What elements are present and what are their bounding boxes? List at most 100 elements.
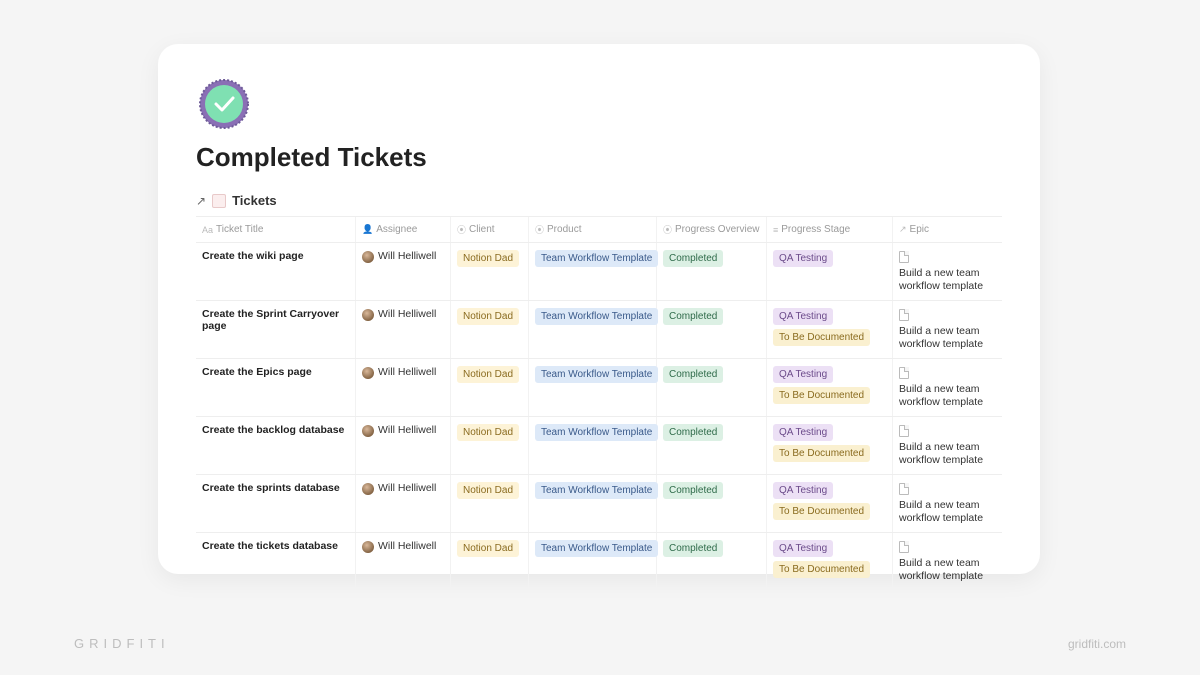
assignee-cell[interactable]: Will Helliwell [356, 475, 451, 532]
ticket-title-cell[interactable]: Create the wiki page [196, 243, 356, 300]
progress-tag: Completed [663, 250, 723, 267]
table-row[interactable]: Create the tickets database Will Helliwel… [196, 532, 1002, 590]
stage-tag: To Be Documented [773, 503, 870, 520]
epic-link-text: Build a new team workflow template [899, 383, 997, 409]
stage-cell[interactable]: QA Testing To Be Documented [767, 417, 893, 474]
stage-tag: QA Testing [773, 424, 833, 441]
progress-cell[interactable]: Completed [657, 243, 767, 300]
epic-link-text: Build a new team workflow template [899, 499, 997, 525]
col-stage[interactable]: ≡ Progress Stage [767, 217, 893, 242]
table-row[interactable]: Create the sprints databaseWill Helliwel… [196, 474, 1002, 532]
product-cell[interactable]: Team Workflow Template [529, 475, 657, 532]
stage-tag: QA Testing [773, 250, 833, 267]
epic-cell[interactable]: Build a new team workflow template [893, 243, 1003, 300]
client-cell[interactable]: Notion Dad [451, 533, 529, 590]
client-tag: Notion Dad [457, 482, 519, 499]
ticket-title-cell[interactable]: Create the tickets database [196, 533, 356, 590]
progress-cell[interactable]: Completed [657, 417, 767, 474]
page-icon [899, 483, 909, 495]
col-assignee-label: Assignee [376, 224, 417, 235]
main-card: Completed Tickets ↗ Tickets Aa Ticket Ti… [158, 44, 1040, 574]
ticket-title-cell[interactable]: Create the backlog database [196, 417, 356, 474]
col-title[interactable]: Aa Ticket Title [196, 217, 356, 242]
table-row[interactable]: Create the wiki page Will Helliwell Notion… [196, 242, 1002, 300]
product-cell[interactable]: Team Workflow Template [529, 243, 657, 300]
product-cell[interactable]: Team Workflow Template [529, 359, 657, 416]
product-tag: Team Workflow Template [535, 250, 658, 267]
client-cell[interactable]: Notion Dad [451, 359, 529, 416]
assignee-name: Will Helliwell [378, 424, 436, 436]
product-cell[interactable]: Team Workflow Template [529, 417, 657, 474]
progress-cell[interactable]: Completed [657, 301, 767, 358]
table-body: Create the wiki pageWill HelliwellNotion… [196, 242, 1002, 590]
stage-tag: To Be Documented [773, 445, 870, 462]
product-tag: Team Workflow Template [535, 424, 658, 441]
progress-cell[interactable]: Completed [657, 359, 767, 416]
product-tag: Team Workflow Template [535, 482, 658, 499]
epic-cell[interactable]: Build a new team workflow template [893, 301, 1003, 358]
avatar [362, 541, 374, 553]
epic-link-text: Build a new team workflow template [899, 441, 997, 467]
client-cell[interactable]: Notion Dad [451, 301, 529, 358]
ticket-title-cell[interactable]: Create the sprints database [196, 475, 356, 532]
database-link[interactable]: ↗ Tickets [196, 193, 1002, 208]
assignee-name: Will Helliwell [378, 308, 436, 320]
multiselect-column-icon: ≡ [773, 225, 778, 235]
progress-cell[interactable]: Completed [657, 475, 767, 532]
table-header: Aa Ticket Title 👤 Assignee ⦿ Client ⦿ Pr… [196, 216, 1002, 242]
assignee-name: Will Helliwell [378, 250, 436, 262]
epic-cell[interactable]: Build a new team workflow template [893, 359, 1003, 416]
stage-tag: To Be Documented [773, 329, 870, 346]
progress-cell[interactable]: Completed [657, 533, 767, 590]
page-title: Completed Tickets [196, 142, 1002, 173]
select-column-icon: ⦿ [535, 223, 544, 236]
client-cell[interactable]: Notion Dad [451, 475, 529, 532]
col-title-label: Ticket Title [216, 224, 263, 235]
avatar [362, 251, 374, 263]
database-link-label: Tickets [232, 193, 277, 208]
stage-cell[interactable]: QA TestingTo Be Documented [767, 533, 893, 590]
epic-cell[interactable]: Build a new team workflow template [893, 533, 1003, 590]
product-tag: Team Workflow Template [535, 366, 658, 383]
col-progress-label: Progress Overview [675, 224, 759, 235]
stage-tag: To Be Documented [773, 387, 870, 404]
stage-cell[interactable]: QA TestingTo Be Documented [767, 475, 893, 532]
client-tag: Notion Dad [457, 540, 519, 557]
stage-cell[interactable]: QA Testing [767, 243, 893, 300]
avatar [362, 425, 374, 437]
assignee-cell[interactable]: Will Helliwell [356, 533, 451, 590]
ticket-title-cell[interactable]: Create the Epics page [196, 359, 356, 416]
stage-cell[interactable]: QA TestingTo Be Documented [767, 301, 893, 358]
epic-cell[interactable]: Build a new team workflow template [893, 475, 1003, 532]
avatar [362, 367, 374, 379]
table-row[interactable]: Create the backlog database Will Helliwel… [196, 416, 1002, 474]
progress-tag: Completed [663, 482, 723, 499]
client-tag: Notion Dad [457, 366, 519, 383]
assignee-name: Will Helliwell [378, 540, 436, 552]
col-epic[interactable]: ↗ Epic [893, 217, 1003, 242]
epic-cell[interactable]: Build a new team workflow template [893, 417, 1003, 474]
epic-link-text: Build a new team workflow template [899, 325, 997, 351]
product-cell[interactable]: Team Workflow Template [529, 301, 657, 358]
col-client[interactable]: ⦿ Client [451, 217, 529, 242]
client-cell[interactable]: Notion Dad [451, 243, 529, 300]
col-progress[interactable]: ⦿ Progress Overview [657, 217, 767, 242]
col-epic-label: Epic [910, 224, 929, 235]
client-tag: Notion Dad [457, 250, 519, 267]
assignee-cell[interactable]: Will Helliwell [356, 243, 451, 300]
assignee-cell[interactable]: Will Helliwell [356, 417, 451, 474]
ticket-title-cell[interactable]: Create the Sprint Carryover page [196, 301, 356, 358]
table-row[interactable]: Create the Epics pageWill Helliwell Notio… [196, 358, 1002, 416]
client-cell[interactable]: Notion Dad [451, 417, 529, 474]
select-column-icon: ⦿ [663, 223, 672, 236]
table-row[interactable]: Create the Sprint Carryover page Will Hel… [196, 300, 1002, 358]
product-cell[interactable]: Team Workflow Template [529, 533, 657, 590]
title-column-icon: Aa [202, 225, 213, 235]
assignee-cell[interactable]: Will Helliwell [356, 301, 451, 358]
completed-badge-icon [196, 76, 252, 132]
col-assignee[interactable]: 👤 Assignee [356, 217, 451, 242]
stage-tag: To Be Documented [773, 561, 870, 578]
assignee-cell[interactable]: Will Helliwell [356, 359, 451, 416]
col-product[interactable]: ⦿ Product [529, 217, 657, 242]
stage-cell[interactable]: QA TestingTo Be Documented [767, 359, 893, 416]
